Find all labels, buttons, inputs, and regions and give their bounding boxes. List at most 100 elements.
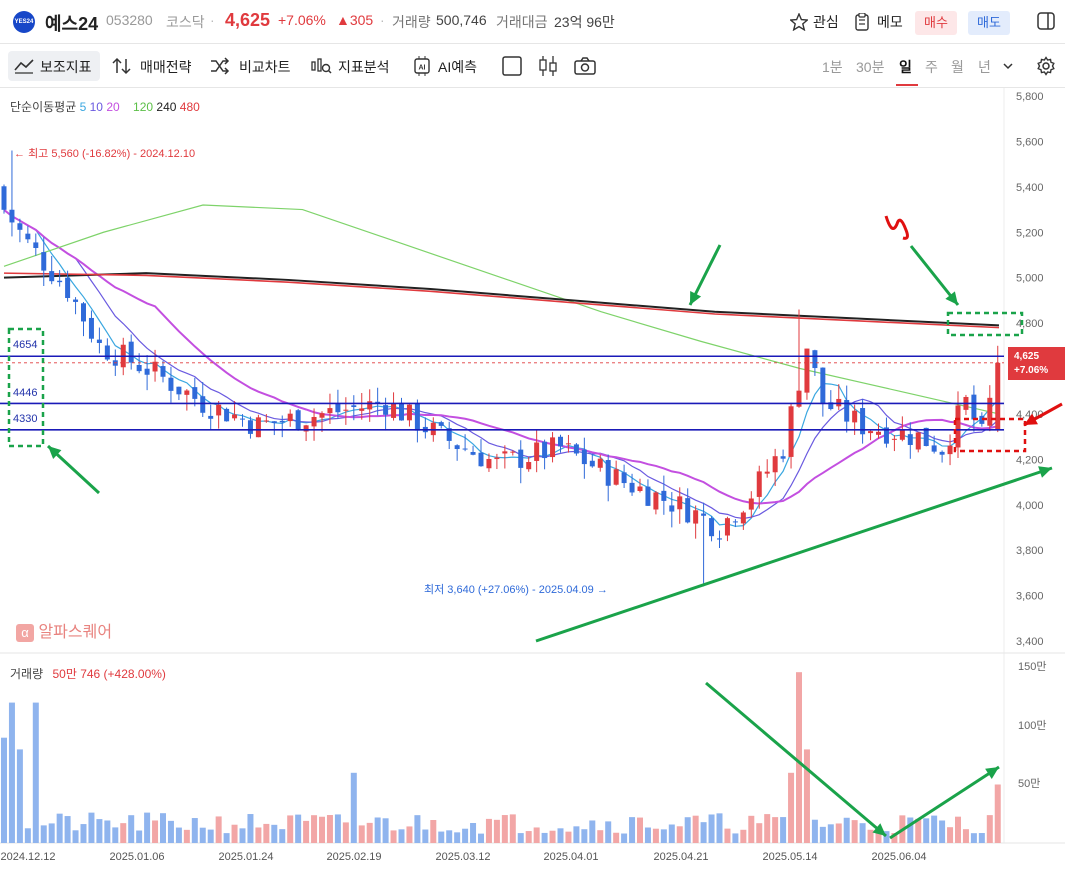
price-chart[interactable]: 5,8005,6005,4005,2005,0004,8004,6004,400…: [0, 88, 1065, 869]
candle-body: [947, 445, 953, 455]
volume-bar: [509, 814, 516, 843]
stock-name: 예스24: [45, 14, 99, 34]
high-annotation: ← 최고 5,560 (-16.82%) - 2024.12.10: [14, 148, 196, 160]
volume-bar: [215, 816, 222, 843]
indicator-icon[interactable]: [14, 58, 34, 74]
volume-bar: [422, 829, 429, 843]
volume-bar: [342, 822, 349, 843]
volume-bar: [263, 823, 270, 843]
gear-icon[interactable]: [1036, 56, 1056, 76]
market-label: 코스닥: [166, 14, 205, 30]
sell-button[interactable]: 매도: [968, 11, 1010, 35]
volume-bar: [644, 827, 651, 843]
period-day[interactable]: 일: [899, 57, 912, 77]
volume-bar: [326, 815, 333, 843]
volume-bar: [319, 816, 325, 843]
volume-bar: [24, 828, 31, 843]
change-percent: +7.06%: [278, 12, 326, 28]
volume-bar: [732, 833, 739, 843]
volume-bar: [859, 823, 866, 843]
volume-bar: [223, 833, 230, 843]
volume-bar: [819, 826, 826, 843]
candle-body: [224, 408, 230, 422]
memo-icon[interactable]: [854, 13, 870, 31]
period-1min[interactable]: 1분: [822, 57, 843, 77]
period-30min[interactable]: 30분: [856, 57, 884, 77]
candle-body: [573, 444, 579, 454]
volume-bar: [231, 824, 238, 843]
volume-bar: [136, 830, 143, 843]
star-icon[interactable]: [790, 13, 808, 31]
camera-icon[interactable]: [574, 57, 596, 75]
volume-bar: [827, 824, 834, 843]
strategy-button[interactable]: 매매전략: [140, 57, 192, 77]
volume-bar: [48, 823, 55, 843]
period-year[interactable]: 년: [978, 57, 991, 77]
volume-bar: [406, 826, 413, 843]
candlestick-icon[interactable]: [538, 55, 558, 77]
volume-bar: [780, 817, 787, 843]
candle-body: [653, 492, 659, 510]
buy-button[interactable]: 매수: [915, 11, 957, 35]
candle-body: [597, 458, 603, 468]
candle-body: [518, 449, 524, 468]
y-tick-label: 5,000: [1016, 273, 1044, 285]
compare-button[interactable]: 비교차트: [239, 57, 291, 77]
watch-button[interactable]: 관심: [813, 12, 839, 32]
active-period-underline: [896, 84, 918, 86]
y-tick-label: 5,800: [1016, 91, 1044, 103]
candle-body: [764, 471, 770, 474]
x-tick-label: 2025.01.06: [109, 851, 164, 863]
candle-body: [669, 505, 675, 512]
volume-bar: [931, 815, 938, 843]
period-week[interactable]: 주: [925, 57, 938, 77]
candle-body: [359, 408, 365, 411]
candle-body: [430, 422, 436, 436]
ai-chip-icon[interactable]: AI: [412, 56, 432, 76]
indicators-button[interactable]: 보조지표: [40, 57, 92, 77]
ma120-line: [3, 204, 1000, 415]
volume-bar: [660, 829, 667, 843]
volume-bar: [740, 829, 747, 843]
volume-bar: [724, 828, 731, 843]
strategy-icon[interactable]: [112, 57, 132, 75]
candle-body: [57, 280, 63, 283]
volume-bar: [128, 815, 135, 843]
candle-body: [9, 209, 15, 223]
volume-bar: [581, 829, 588, 843]
stock-code: 053280: [106, 12, 153, 28]
volume-bar: [414, 815, 421, 843]
volume-bar: [8, 702, 15, 843]
ai-predict-button[interactable]: AI예측: [438, 57, 477, 77]
period-month[interactable]: 월: [951, 57, 964, 77]
candle-body: [367, 401, 373, 410]
candle-body: [351, 405, 357, 408]
candle-body: [271, 421, 277, 424]
volume-bar: [199, 827, 206, 843]
shuffle-icon[interactable]: [210, 57, 230, 75]
candle-body: [17, 223, 23, 230]
volume-bar: [923, 818, 930, 843]
volume-bar: [652, 828, 659, 843]
analysis-icon[interactable]: [310, 57, 332, 75]
candle-body: [772, 456, 778, 473]
volume-bar: [589, 820, 596, 843]
candle-body: [160, 366, 166, 377]
volume-bar: [183, 829, 190, 843]
volume-bar: [597, 830, 604, 843]
x-tick-label: 2025.04.01: [543, 851, 598, 863]
analysis-button[interactable]: 지표분석: [338, 57, 390, 77]
candle-body: [581, 449, 587, 465]
volume-bar: [311, 815, 318, 843]
volume-bar: [907, 817, 914, 843]
memo-button[interactable]: 메모: [877, 12, 903, 32]
candle-body: [438, 422, 444, 426]
candle-body: [247, 420, 253, 434]
square-icon[interactable]: [502, 56, 522, 76]
ma240-line: [3, 272, 1000, 327]
chevron-down-icon[interactable]: [1002, 61, 1014, 71]
panel-toggle-icon[interactable]: [1037, 12, 1055, 30]
candle-body: [852, 410, 858, 423]
candle-body: [756, 471, 762, 497]
volume-bar: [692, 815, 699, 843]
